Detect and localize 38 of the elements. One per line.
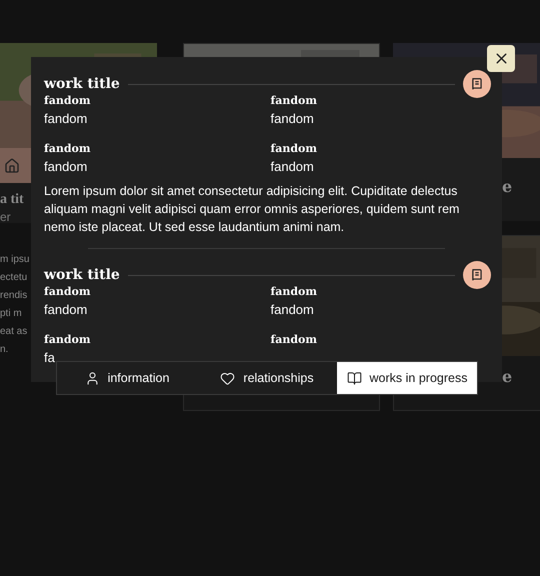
- heart-icon: [220, 370, 236, 386]
- field-label: fandom: [44, 141, 92, 157]
- field-label: fandom: [270, 332, 318, 348]
- field-label: fandom: [44, 284, 92, 300]
- field-label: fandom: [270, 93, 318, 109]
- card-text: rendis: [0, 289, 28, 303]
- field-label: fandom: [44, 93, 92, 109]
- tab[interactable]: information: [57, 362, 197, 394]
- card-text: ectetu: [0, 271, 28, 285]
- card-text: n.: [0, 343, 10, 357]
- field-label: fandom: [270, 141, 318, 157]
- field-label: fandom: [270, 284, 318, 300]
- field-value: fandom: [44, 301, 88, 319]
- work-title: work title: [44, 266, 120, 284]
- card-text: pti m: [0, 307, 23, 321]
- close-button[interactable]: [487, 45, 515, 72]
- field-value: fandom: [44, 158, 88, 176]
- tab[interactable]: works in progress: [337, 362, 477, 394]
- work-title: work title: [44, 74, 120, 94]
- field-value: fandom: [270, 301, 315, 319]
- card-text: eat as: [0, 325, 28, 339]
- card-title: e: [502, 176, 512, 198]
- field-value: fandom: [270, 158, 315, 176]
- person-icon: [84, 370, 100, 386]
- field-value: fandom: [44, 110, 88, 128]
- card-title: a tit: [0, 191, 24, 209]
- field-value: fa: [44, 349, 56, 367]
- book-icon[interactable]: [463, 261, 491, 289]
- card-subtitle: er: [0, 209, 11, 225]
- field-value: fandom: [270, 110, 315, 128]
- card-title: e: [502, 366, 512, 388]
- work-description: Lorem ipsum dolor sit amet consectetur adipisicing elit. Cupiditate delectus aliquam magni velit adipisci quam error omnis asperiores, quidem sunt rem nemo iste placeat. Ut sed esse laudantium animi nam.: [44, 183, 460, 236]
- book-icon[interactable]: [463, 70, 491, 98]
- field-label: fandom: [44, 332, 92, 348]
- home-icon: [4, 158, 20, 174]
- card-text: m ipsu: [0, 253, 30, 267]
- tab[interactable]: relationships: [197, 362, 337, 394]
- book-icon: [346, 370, 362, 386]
